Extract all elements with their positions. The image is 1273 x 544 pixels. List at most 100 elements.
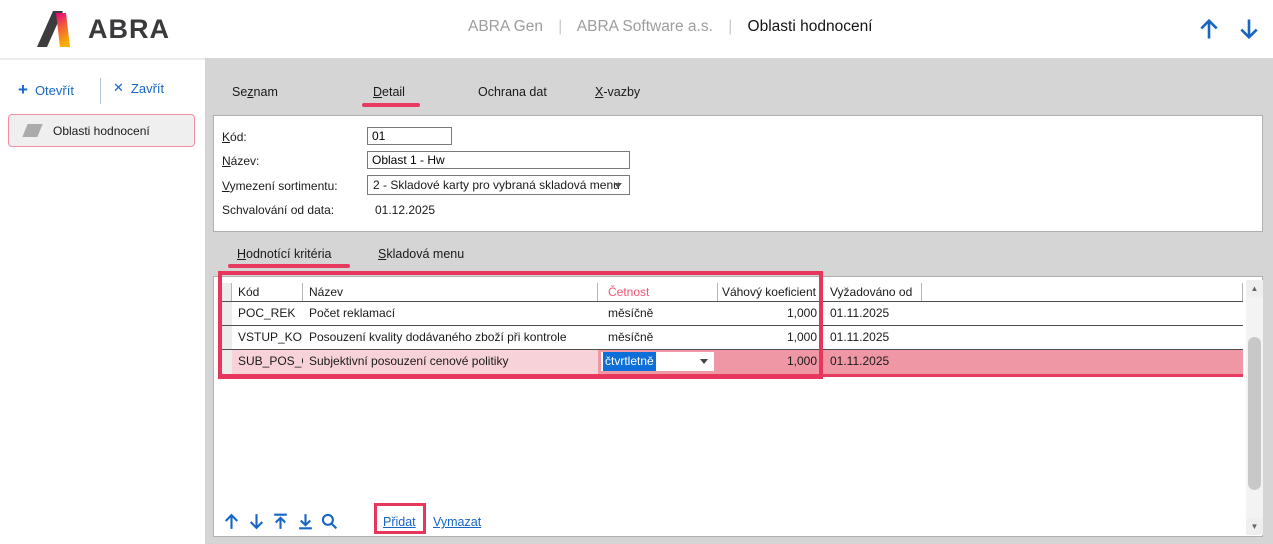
label-part: ymezení sortimentu: bbox=[230, 179, 338, 193]
cell-koeficient: 1,000 bbox=[718, 350, 822, 374]
cell-vyzadovano-od: 01.11.2025 bbox=[822, 350, 922, 374]
open-button[interactable]: + Otevřít bbox=[18, 80, 74, 100]
schvalovani-label: Schvalování od data: bbox=[222, 203, 334, 217]
abra-gen-window: ABRA ABRA Gen | ABRA Software a.s. | Obl… bbox=[0, 0, 1273, 544]
tab-label-part: Se bbox=[232, 85, 247, 99]
tab-label-part: Ochrana dat bbox=[478, 85, 547, 99]
parallelogram-icon bbox=[22, 124, 42, 137]
sidebar-item-oblasti-hodnoceni[interactable]: Oblasti hodnocení bbox=[8, 114, 195, 147]
tab-ochrana-dat[interactable]: Ochrana dat bbox=[478, 85, 547, 99]
scrollbar-up-icon[interactable]: ▲ bbox=[1246, 280, 1263, 297]
breadcrumb-app: ABRA Gen bbox=[468, 18, 543, 35]
close-button[interactable]: ✕ Zavřít bbox=[113, 80, 164, 96]
cell-koeficient: 1,000 bbox=[718, 302, 822, 325]
vymezeni-label: Vymezení sortimentu: bbox=[222, 179, 338, 193]
tab-label-part: etail bbox=[382, 85, 405, 99]
cell-cetnost: čtvrtletně bbox=[598, 350, 718, 374]
vertical-scrollbar[interactable]: ▲ ▼ bbox=[1246, 280, 1263, 535]
page-title: Oblasti hodnocení bbox=[748, 18, 873, 35]
delete-link[interactable]: Vymazat bbox=[433, 515, 481, 529]
vymezeni-select[interactable]: 2 - Skladové karty pro vybraná skladová … bbox=[367, 175, 630, 195]
tab-x-vazby[interactable]: X-vazby bbox=[595, 85, 640, 99]
move-to-bottom-icon[interactable] bbox=[296, 512, 315, 531]
table-row-selected[interactable]: SUB_POS_CE Subjektivní posouzení cenové … bbox=[219, 350, 1243, 377]
cell-cetnost: měsíčně bbox=[598, 326, 718, 349]
nav-down-icon[interactable] bbox=[1236, 16, 1262, 42]
cell-filler bbox=[922, 302, 1243, 325]
label-part: ázev: bbox=[231, 154, 260, 168]
nazev-label: Název: bbox=[222, 154, 259, 168]
table-row[interactable]: POC_REK Počet reklamací měsíčně 1,000 01… bbox=[219, 302, 1243, 326]
tab-label-part: -vazby bbox=[603, 85, 640, 99]
abra-logo-icon bbox=[35, 10, 79, 48]
chevron-down-icon bbox=[614, 183, 622, 188]
cell-nazev: Posouzení kvality dodávaného zboží při k… bbox=[303, 326, 598, 349]
column-header-koeficient[interactable]: Váhový koeficient bbox=[718, 283, 822, 301]
column-header-filler bbox=[922, 283, 1243, 301]
tab-seznam[interactable]: Seznam bbox=[232, 85, 278, 99]
column-header-cetnost[interactable]: Četnost bbox=[598, 283, 718, 301]
cetnost-combo-editor[interactable]: čtvrtletně bbox=[601, 352, 714, 371]
plus-icon: + bbox=[18, 80, 28, 100]
tab-label-part: nam bbox=[254, 85, 278, 99]
label-accel: K bbox=[222, 130, 230, 144]
tab-detail[interactable]: Detail bbox=[373, 85, 405, 99]
cell-kod: POC_REK bbox=[232, 302, 303, 325]
move-to-top-icon[interactable] bbox=[271, 512, 290, 531]
row-indicator bbox=[219, 326, 232, 349]
subtab-label-part: kladová menu bbox=[386, 247, 464, 261]
sidebar-button-divider bbox=[100, 78, 101, 104]
app-header: ABRA ABRA Gen | ABRA Software a.s. | Obl… bbox=[0, 0, 1273, 60]
combo-selected-text: čtvrtletně bbox=[603, 352, 656, 371]
tab-label-accel: D bbox=[373, 85, 382, 99]
vymezeni-select-value: 2 - Skladové karty pro vybraná skladová … bbox=[373, 178, 620, 192]
active-tab-underline bbox=[362, 103, 420, 107]
column-header-nazev[interactable]: Název bbox=[303, 283, 598, 301]
row-indicator-header bbox=[219, 283, 232, 301]
table-header-row: Kód Název Četnost Váhový koeficient Vyža… bbox=[219, 283, 1243, 302]
sidebar-item-label: Oblasti hodnocení bbox=[53, 124, 150, 138]
breadcrumb: ABRA Gen | ABRA Software a.s. | Oblasti … bbox=[468, 18, 873, 36]
cell-koeficient: 1,000 bbox=[718, 326, 822, 349]
scrollbar-down-icon[interactable]: ▼ bbox=[1246, 518, 1263, 535]
add-link[interactable]: Přidat bbox=[383, 515, 416, 529]
close-icon: ✕ bbox=[113, 80, 124, 96]
cell-vyzadovano-od: 01.11.2025 bbox=[822, 302, 922, 325]
row-indicator bbox=[219, 302, 232, 325]
move-up-icon[interactable] bbox=[222, 512, 241, 531]
column-header-vyzadovano-od[interactable]: Vyžadováno od bbox=[822, 283, 922, 301]
close-button-label: Zavřít bbox=[131, 81, 164, 96]
kod-label: Kód: bbox=[222, 130, 247, 144]
breadcrumb-separator: | bbox=[558, 18, 562, 35]
cell-nazev: Subjektivní posouzení cenové politiky bbox=[303, 350, 598, 374]
nazev-input[interactable] bbox=[367, 151, 630, 169]
subtab-label-accel: H bbox=[237, 247, 246, 261]
breadcrumb-separator: | bbox=[728, 18, 732, 35]
table-row[interactable]: VSTUP_KONT Posouzení kvality dodávaného … bbox=[219, 326, 1243, 350]
cell-filler bbox=[922, 326, 1243, 349]
subtab-hodnotici-kriteria[interactable]: Hodnotící kritéria bbox=[237, 247, 332, 261]
label-accel: V bbox=[222, 179, 230, 193]
label-part: ód: bbox=[230, 130, 247, 144]
abra-logo-text: ABRA bbox=[88, 14, 170, 45]
cell-vyzadovano-od: 01.11.2025 bbox=[822, 326, 922, 349]
subtab-label-part: odnotící kritéria bbox=[246, 247, 331, 261]
active-subtab-underline bbox=[228, 264, 350, 268]
column-header-kod[interactable]: Kód bbox=[232, 283, 303, 301]
cell-kod: VSTUP_KONT bbox=[232, 326, 303, 349]
subtab-skladova-menu[interactable]: Skladová menu bbox=[378, 247, 464, 261]
nav-up-icon[interactable] bbox=[1196, 16, 1222, 42]
scrollbar-thumb[interactable] bbox=[1248, 337, 1261, 490]
abra-logo: ABRA bbox=[35, 10, 170, 48]
chevron-down-icon bbox=[700, 359, 708, 364]
row-indicator bbox=[219, 350, 232, 374]
schvalovani-value: 01.12.2025 bbox=[375, 203, 435, 217]
label-accel: N bbox=[222, 154, 231, 168]
cell-kod: SUB_POS_CE bbox=[232, 350, 303, 374]
cell-cetnost: měsíčně bbox=[598, 302, 718, 325]
cell-nazev: Počet reklamací bbox=[303, 302, 598, 325]
kod-input[interactable] bbox=[367, 127, 452, 145]
breadcrumb-company: ABRA Software a.s. bbox=[577, 18, 713, 35]
move-down-icon[interactable] bbox=[247, 512, 266, 531]
search-icon[interactable] bbox=[320, 512, 339, 531]
